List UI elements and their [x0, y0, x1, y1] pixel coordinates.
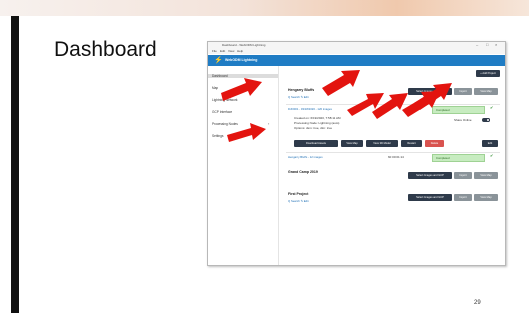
red-arrow-icon: [221, 78, 262, 101]
annotation-arrows: [221, 70, 452, 142]
red-arrow-icon: [414, 83, 452, 110]
red-arrow-icon: [322, 70, 360, 96]
red-arrow-icon: [227, 123, 266, 142]
